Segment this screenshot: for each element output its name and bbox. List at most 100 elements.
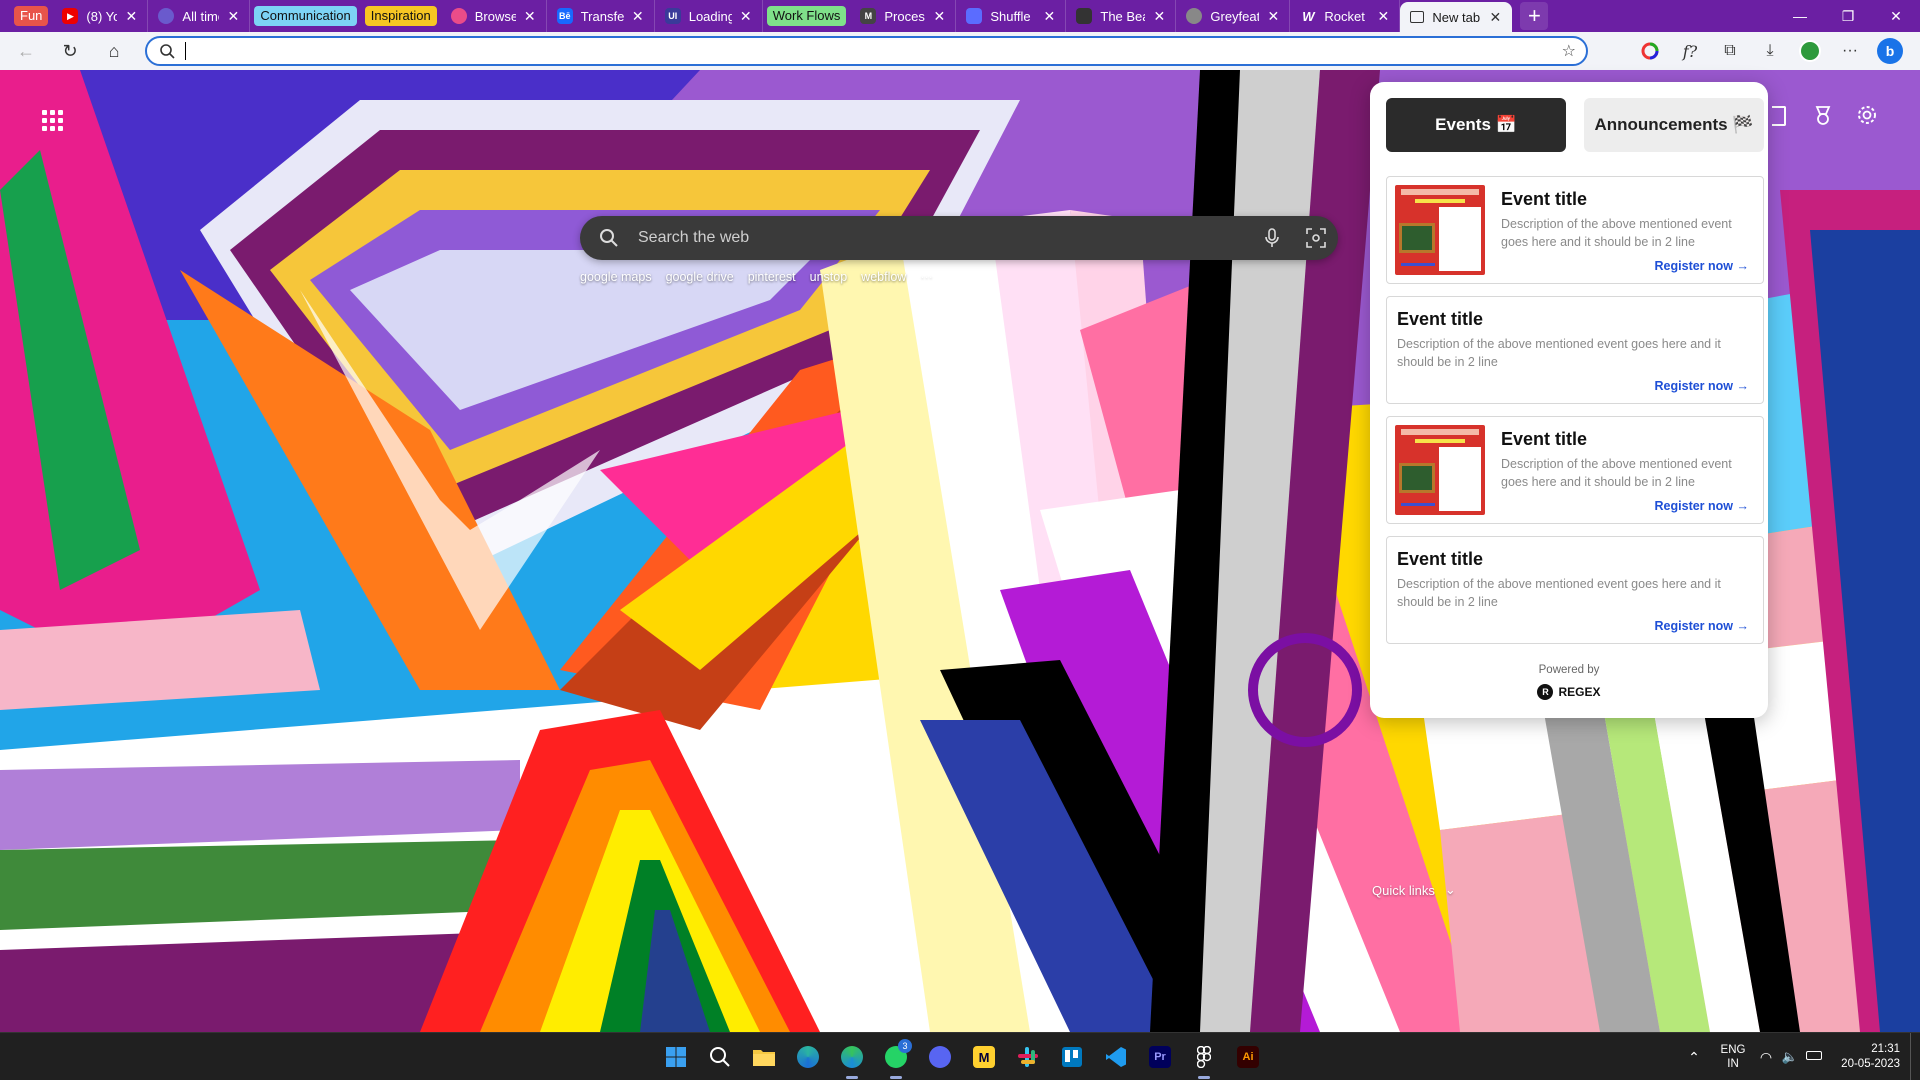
- event-card[interactable]: Event title Description of the above men…: [1386, 536, 1764, 644]
- close-icon[interactable]: ✕: [225, 8, 241, 25]
- color-extension-icon[interactable]: [1630, 35, 1670, 67]
- close-icon[interactable]: ✕: [1487, 9, 1503, 26]
- tab-transfer[interactable]: Bē Transfer De ✕: [547, 0, 655, 32]
- profile-avatar[interactable]: [1790, 35, 1830, 67]
- toolbar-right: f? ⧉ ⤓ ··· b: [1630, 35, 1910, 67]
- miro-icon[interactable]: M: [962, 1033, 1006, 1080]
- tab-loading[interactable]: UI Loading | N ✕: [655, 0, 763, 32]
- event-card[interactable]: Event title Description of the above men…: [1386, 296, 1764, 404]
- tab-group-workflows[interactable]: Work Flows: [766, 6, 847, 26]
- close-icon[interactable]: ✕: [522, 8, 538, 25]
- register-now-link[interactable]: Register now →: [1655, 499, 1749, 513]
- chevron-down-icon: ⌄: [1444, 882, 1456, 897]
- search-placeholder[interactable]: Search the web: [638, 229, 1250, 247]
- tab-announcements[interactable]: Announcements 🏁: [1584, 98, 1764, 152]
- behance-icon: Bē: [556, 8, 573, 24]
- edge-dev-icon[interactable]: [786, 1033, 830, 1080]
- whatsapp-icon[interactable]: 3: [874, 1033, 918, 1080]
- file-explorer-icon[interactable]: [742, 1033, 786, 1080]
- close-icon[interactable]: ✕: [1375, 8, 1391, 25]
- quick-search-link[interactable]: google maps: [580, 270, 652, 284]
- figma-icon[interactable]: [1182, 1033, 1226, 1080]
- close-icon[interactable]: ✕: [1265, 8, 1281, 25]
- panel-tabs: Events 📅 Announcements 🏁: [1386, 98, 1764, 152]
- visual-search-icon[interactable]: [1294, 228, 1338, 248]
- tab-shuffle[interactable]: Shuffle Edit ✕: [956, 0, 1067, 32]
- window-controls: — ❐ ✕: [1776, 0, 1920, 32]
- webflow-icon: W: [1302, 8, 1315, 24]
- register-now-link[interactable]: Register now →: [1655, 619, 1749, 633]
- close-icon[interactable]: ✕: [1041, 8, 1057, 25]
- discord-icon[interactable]: [918, 1033, 962, 1080]
- tab-beautiful[interactable]: The Beautif ✕: [1066, 0, 1177, 32]
- more-quick-search-icon[interactable]: ···: [920, 270, 933, 284]
- favorite-star-icon[interactable]: ☆: [1562, 41, 1576, 61]
- tab-events[interactable]: Events 📅: [1386, 98, 1566, 152]
- illustrator-icon[interactable]: Ai: [1226, 1033, 1270, 1080]
- tab-all-time[interactable]: All time Ku ✕: [148, 0, 251, 32]
- extensions-icon[interactable]: ⧉: [1710, 35, 1750, 67]
- clock[interactable]: 21:31 20-05-2023: [1826, 1042, 1910, 1072]
- app-launcher-icon[interactable]: [40, 108, 64, 132]
- taskbar-search-icon[interactable]: [698, 1033, 742, 1080]
- quick-links-label: Quick links: [1372, 882, 1435, 898]
- home-icon[interactable]: ⌂: [96, 35, 132, 67]
- quick-search-links: google maps google drive pinterest unsto…: [580, 270, 933, 284]
- battery-icon[interactable]: [1802, 1051, 1826, 1063]
- close-icon[interactable]: ✕: [630, 8, 646, 25]
- address-bar[interactable]: ☆: [145, 36, 1588, 66]
- language-indicator[interactable]: ENG IN: [1712, 1043, 1754, 1071]
- rewards-icon[interactable]: [1812, 104, 1834, 132]
- tab-group-inspiration[interactable]: Inspiration: [364, 6, 437, 26]
- refresh-icon[interactable]: ↻: [52, 35, 88, 67]
- trello-icon[interactable]: [1050, 1033, 1094, 1080]
- microphone-icon[interactable]: [1250, 228, 1294, 248]
- tab-youtube[interactable]: ▶ (8) YouTube ✕: [52, 0, 149, 32]
- web-search-box[interactable]: Search the web: [580, 216, 1338, 260]
- tab-browse[interactable]: Browse the ✕: [441, 0, 547, 32]
- settings-gear-icon[interactable]: [1856, 104, 1878, 131]
- show-desktop-button[interactable]: [1910, 1033, 1920, 1080]
- close-icon[interactable]: ✕: [738, 8, 754, 25]
- event-card[interactable]: Event title Description of the above men…: [1386, 176, 1764, 284]
- minimize-icon[interactable]: —: [1776, 0, 1824, 32]
- slack-icon[interactable]: [1006, 1033, 1050, 1080]
- close-window-icon[interactable]: ✕: [1872, 0, 1920, 32]
- close-icon[interactable]: ✕: [123, 8, 139, 25]
- tab-process[interactable]: M Process flo ✕: [850, 0, 957, 32]
- premiere-icon[interactable]: Pr: [1138, 1033, 1182, 1080]
- quick-links-toggle[interactable]: Quick links ⌄: [1372, 882, 1456, 898]
- regex-brand[interactable]: R REGEX: [1370, 684, 1768, 700]
- tab-new-tab[interactable]: New tab ✕: [1400, 2, 1513, 32]
- event-card[interactable]: Event title Description of the above men…: [1386, 416, 1764, 524]
- bing-icon[interactable]: b: [1870, 35, 1910, 67]
- volume-icon[interactable]: 🔈: [1778, 1049, 1802, 1065]
- tab-group-communication[interactable]: Communication: [254, 6, 357, 26]
- taskbar-apps: 3 M Pr Ai: [654, 1033, 1270, 1080]
- quick-search-link[interactable]: google drive: [666, 270, 734, 284]
- formula-extension-icon[interactable]: f?: [1670, 35, 1710, 67]
- close-icon[interactable]: ✕: [931, 8, 947, 25]
- wifi-icon[interactable]: ◠: [1754, 1049, 1778, 1066]
- close-icon[interactable]: ✕: [1151, 8, 1167, 25]
- layout-icon[interactable]: [1772, 106, 1786, 126]
- quick-search-link[interactable]: pinterest: [748, 270, 796, 284]
- downloads-icon[interactable]: ⤓: [1750, 35, 1790, 67]
- language-label: ENG: [1720, 1044, 1746, 1056]
- chevron-up-icon[interactable]: ⌃: [1676, 1049, 1712, 1066]
- quick-search-link[interactable]: unstop: [810, 270, 848, 284]
- more-menu-icon[interactable]: ···: [1830, 35, 1870, 67]
- edge-icon[interactable]: [830, 1033, 874, 1080]
- tab-greyfeather[interactable]: Greyfeathe ✕: [1176, 0, 1291, 32]
- quick-search-link[interactable]: webflow: [861, 270, 906, 284]
- back-icon[interactable]: ←: [8, 35, 44, 67]
- register-now-link[interactable]: Register now →: [1655, 259, 1749, 273]
- register-now-link[interactable]: Register now →: [1655, 379, 1749, 393]
- windows-start-icon[interactable]: [654, 1033, 698, 1080]
- tab-title: Browse the: [474, 8, 516, 24]
- tab-group-fun[interactable]: Fun: [14, 6, 49, 26]
- vscode-icon[interactable]: [1094, 1033, 1138, 1080]
- tab-rocket[interactable]: W Rocket Rac ✕: [1290, 0, 1401, 32]
- new-tab-button[interactable]: +: [1520, 2, 1549, 30]
- restore-icon[interactable]: ❐: [1824, 0, 1872, 32]
